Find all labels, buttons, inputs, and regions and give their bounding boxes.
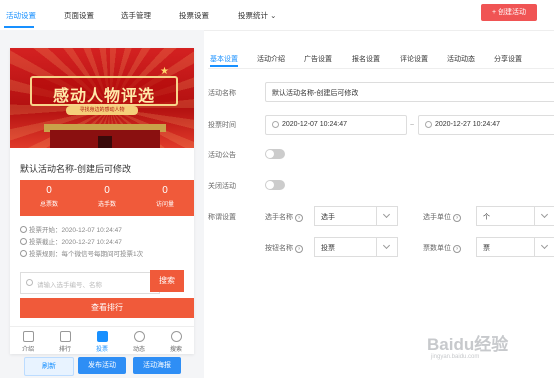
player-name-label: 选手名称? bbox=[265, 212, 303, 222]
nav-ranking[interactable]: 排行 bbox=[47, 331, 83, 353]
tab-activity-feed[interactable]: 活动动态 bbox=[447, 54, 475, 64]
announcement-label: 活动公告 bbox=[208, 152, 236, 159]
banner-title-box: 感动人物评选 bbox=[30, 76, 178, 106]
tab-page-settings[interactable]: 页面设置 bbox=[64, 10, 94, 21]
nav-activity[interactable]: 动态 bbox=[121, 331, 157, 353]
clock-icon bbox=[20, 238, 27, 245]
banner-title: 感动人物评选 bbox=[52, 88, 155, 105]
chevron-down-icon bbox=[376, 207, 397, 225]
info-icon bbox=[20, 250, 27, 257]
close-activity-toggle[interactable] bbox=[265, 180, 285, 190]
active-tab-indicator bbox=[4, 26, 34, 28]
player-unit-select[interactable]: 个 bbox=[476, 206, 554, 226]
search-button[interactable]: 搜索 bbox=[150, 270, 184, 292]
nav-search[interactable]: 搜索 bbox=[158, 331, 194, 353]
tab-comment-settings[interactable]: 评论设置 bbox=[400, 54, 428, 64]
activity-name-input[interactable]: 默认活动名称-创建后可修改 bbox=[265, 82, 554, 102]
activity-name: 默认活动名称-创建后可修改 bbox=[20, 164, 131, 174]
tiananmen-illustration bbox=[30, 122, 180, 148]
preview-bottom-nav: 介绍 排行 投票 动态 搜索 bbox=[10, 326, 194, 354]
vote-time-label: 投票时间 bbox=[208, 122, 236, 129]
active-settings-tab-indicator bbox=[210, 65, 238, 67]
tab-player-management[interactable]: 选手管理 bbox=[121, 10, 151, 21]
search-icon bbox=[26, 279, 33, 286]
button-name-select[interactable]: 投票 bbox=[314, 237, 398, 257]
document-icon bbox=[22, 331, 34, 342]
search-icon bbox=[170, 331, 182, 342]
activity-banner: ★ 感动人物评选 寻找身边的感动人物 bbox=[10, 48, 194, 148]
clock-icon bbox=[425, 121, 432, 128]
end-time-picker[interactable]: 2020-12-27 10:24:47 bbox=[418, 115, 554, 135]
player-unit-label: 选手单位? bbox=[423, 212, 461, 222]
compass-icon bbox=[133, 331, 145, 342]
vote-end-info: 投票截止：2020-12-27 10:24:47 bbox=[20, 236, 122, 246]
chevron-down-icon bbox=[376, 238, 397, 256]
tab-share-settings[interactable]: 分享设置 bbox=[494, 54, 522, 64]
activity-poster-button[interactable]: 活动海报 bbox=[133, 357, 181, 374]
baidu-watermark: Baidu经验 jingyan.baidu.com bbox=[427, 335, 509, 360]
clock-icon bbox=[272, 121, 279, 128]
tab-activity-intro[interactable]: 活动介绍 bbox=[257, 54, 285, 64]
tab-signup-settings[interactable]: 报名设置 bbox=[352, 54, 380, 64]
time-separator: ~ bbox=[410, 122, 415, 129]
create-activity-button[interactable]: + 创建活动 bbox=[481, 4, 537, 21]
button-name-label: 按钮名称? bbox=[265, 243, 303, 253]
people-icon bbox=[96, 331, 108, 342]
mobile-preview: ★ 感动人物评选 寻找身边的感动人物 默认活动名称-创建后可修改 0 总票数 0… bbox=[10, 48, 194, 354]
naming-settings-label: 称谓设置 bbox=[208, 214, 236, 221]
stats-panel: 0 总票数 0 选手数 0 访问量 bbox=[20, 180, 194, 216]
chevron-down-icon: ⌄ bbox=[270, 11, 277, 20]
stat-players: 0 选手数 bbox=[97, 185, 116, 208]
help-icon[interactable]: ? bbox=[295, 245, 303, 253]
view-ranking-button[interactable]: 查看排行 bbox=[20, 298, 194, 318]
stat-total-votes: 0 总票数 bbox=[39, 185, 58, 208]
refresh-button[interactable]: 刷新 bbox=[24, 357, 74, 376]
vote-rule-info: 投票规则：每个微信号每期间可投票1次 bbox=[20, 248, 143, 258]
settings-tabs: 基本设置 活动介绍 广告设置 报名设置 评论设置 活动动态 分享设置 bbox=[208, 52, 554, 69]
player-search-input[interactable]: 请输入选手编号、名称 bbox=[20, 272, 160, 294]
top-nav: 活动设置 页面设置 选手管理 投票设置 投票统计 ⌄ + 创建活动 bbox=[0, 0, 554, 31]
vote-unit-select[interactable]: 票 bbox=[476, 237, 554, 257]
vote-start-info: 投票开始：2020-12-07 10:24:47 bbox=[20, 224, 122, 234]
chevron-down-icon bbox=[534, 207, 554, 225]
announcement-toggle[interactable] bbox=[265, 149, 285, 159]
vote-unit-label: 票数单位? bbox=[423, 243, 461, 253]
start-time-picker[interactable]: 2020-12-07 10:24:47 bbox=[265, 115, 407, 135]
help-icon[interactable]: ? bbox=[453, 245, 461, 253]
tab-vote-settings[interactable]: 投票设置 bbox=[179, 10, 209, 21]
nav-vote[interactable]: 投票 bbox=[84, 331, 120, 353]
tab-activity-settings[interactable]: 活动设置 bbox=[6, 10, 36, 21]
tab-ad-settings[interactable]: 广告设置 bbox=[304, 54, 332, 64]
clock-icon bbox=[20, 226, 27, 233]
banner-subtitle: 寻找身边的感动人物 bbox=[66, 106, 138, 115]
bar-chart-icon bbox=[59, 331, 71, 342]
tab-basic-settings[interactable]: 基本设置 bbox=[210, 54, 238, 64]
chevron-down-icon bbox=[534, 238, 554, 256]
help-icon[interactable]: ? bbox=[453, 214, 461, 222]
close-activity-label: 关闭活动 bbox=[208, 183, 236, 190]
publish-activity-button[interactable]: 发布活动 bbox=[78, 357, 126, 374]
player-name-select[interactable]: 选手 bbox=[314, 206, 398, 226]
stat-visits: 0 访问量 bbox=[155, 185, 174, 208]
nav-intro[interactable]: 介绍 bbox=[10, 331, 46, 353]
activity-name-label: 活动名称 bbox=[208, 90, 236, 97]
help-icon[interactable]: ? bbox=[295, 214, 303, 222]
tab-vote-statistics[interactable]: 投票统计 ⌄ bbox=[238, 10, 276, 21]
